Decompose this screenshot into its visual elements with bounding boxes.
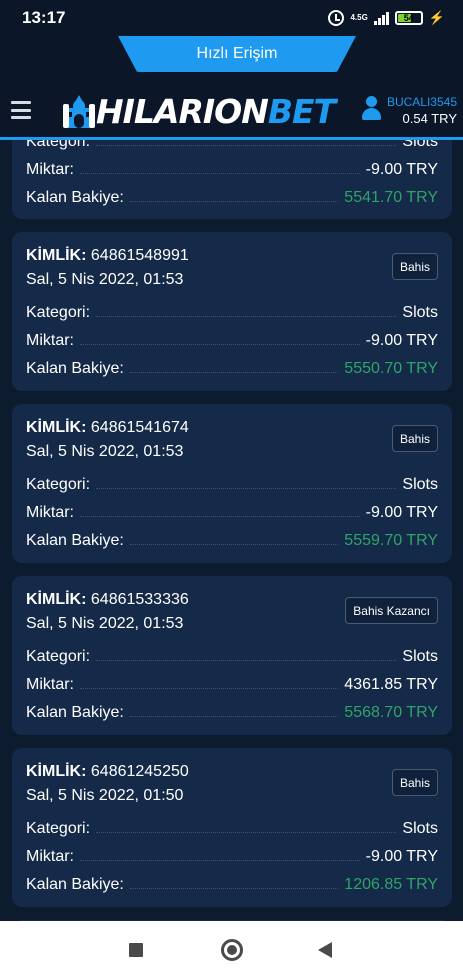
transaction-date: Sal, 5 Nis 2022, 01:53 (26, 615, 184, 632)
transaction-date: Sal, 5 Nis 2022, 01:53 (26, 271, 184, 288)
remaining-balance-label: Kalan Bakiye: (26, 189, 124, 206)
transaction-card: KİMLİK: 64861548991 Sal, 5 Nis 2022, 01:… (12, 232, 452, 391)
amount-row: Miktar: -9.00 TRY (26, 328, 438, 350)
remaining-balance-row: Kalan Bakiye: 5568.70 TRY (26, 700, 438, 722)
transaction-id: KİMLİK: 64861245250 (26, 763, 189, 780)
recent-apps-icon[interactable] (129, 943, 143, 957)
category-value: Slots (402, 820, 438, 837)
transaction-card: KİMLİK: 64861245250 Sal, 5 Nis 2022, 01:… (12, 748, 452, 907)
username: BUCALI3545 (386, 95, 457, 109)
transaction-type-badge[interactable]: Bahis Kazancı (345, 597, 438, 624)
amount-row: Miktar: -9.00 TRY (26, 157, 438, 179)
category-row: Kategori: Slots (26, 816, 438, 838)
remaining-balance-label: Kalan Bakiye: (26, 876, 124, 893)
category-row: Kategori: Slots (26, 644, 438, 666)
brand-logo[interactable]: HILARIONBET (62, 92, 336, 131)
quick-access-tab[interactable]: Hızlı Erişim (118, 36, 356, 72)
remaining-balance-value: 5550.70 TRY (344, 360, 438, 377)
transaction-type-badge[interactable]: Bahis (391, 253, 438, 280)
transaction-id: KİMLİK: 64861548991 (26, 247, 189, 264)
battery-icon: 54 (394, 11, 423, 25)
amount-value: -9.00 TRY (365, 332, 438, 349)
home-icon[interactable] (221, 939, 243, 961)
status-icons: 4.5G 54 ⚡ (328, 10, 445, 26)
user-icon (361, 96, 381, 122)
android-nav-bar (0, 921, 463, 978)
transaction-card: KİMLİK: 64861541674 Sal, 5 Nis 2022, 01:… (12, 404, 452, 563)
amount-row: Miktar: -9.00 TRY (26, 500, 438, 522)
amount-label: Miktar: (26, 161, 74, 178)
amount-label: Miktar: (26, 332, 74, 349)
transaction-card: KİMLİK: 64861533336 Sal, 5 Nis 2022, 01:… (12, 576, 452, 735)
alarm-icon (328, 10, 345, 26)
user-balance: 0.54 TRY (402, 111, 457, 126)
transaction-id: KİMLİK: 64861541674 (26, 419, 189, 436)
remaining-balance-label: Kalan Bakiye: (26, 704, 124, 721)
remaining-balance-label: Kalan Bakiye: (26, 532, 124, 549)
logo-main-text: HILARION (96, 92, 269, 131)
category-value: Slots (402, 648, 438, 665)
category-label: Kategori: (26, 648, 91, 665)
status-time: 13:17 (22, 8, 66, 27)
remaining-balance-value: 5541.70 TRY (344, 189, 438, 206)
remaining-balance-label: Kalan Bakiye: (26, 360, 124, 377)
transaction-id: KİMLİK: 64861533336 (26, 591, 189, 608)
logo-accent-text: BET (267, 92, 336, 131)
remaining-balance-row: Kalan Bakiye: 5559.70 TRY (26, 528, 438, 550)
back-icon[interactable] (318, 942, 332, 958)
amount-row: Miktar: 4361.85 TRY (26, 672, 438, 694)
amount-value: -9.00 TRY (365, 504, 438, 521)
status-bar: 13:17 4.5G 54 ⚡ (0, 0, 463, 36)
amount-value: -9.00 TRY (365, 161, 438, 178)
category-value: Slots (402, 140, 438, 150)
transaction-date: Sal, 5 Nis 2022, 01:50 (26, 787, 184, 804)
transaction-type-badge[interactable]: Bahis (391, 425, 438, 452)
castle-logo-icon (63, 94, 95, 128)
category-row: Kategori: Slots (26, 472, 438, 494)
amount-row: Miktar: -9.00 TRY (26, 844, 438, 866)
remaining-balance-row: Kalan Bakiye: 1206.85 TRY (26, 872, 438, 894)
signal-icon (373, 11, 389, 25)
category-value: Slots (402, 304, 438, 321)
category-label: Kategori: (26, 820, 91, 837)
remaining-balance-value: 5559.70 TRY (344, 532, 438, 549)
amount-label: Miktar: (26, 504, 74, 521)
category-value: Slots (402, 476, 438, 493)
category-row: Kategori: Slots (26, 140, 438, 151)
category-row: Kategori: Slots (26, 300, 438, 322)
remaining-balance-row: Kalan Bakiye: 5550.70 TRY (26, 356, 438, 378)
remaining-balance-value: 5568.70 TRY (344, 704, 438, 721)
remaining-balance-row: Kalan Bakiye: 5541.70 TRY (26, 185, 438, 207)
transaction-date: Sal, 5 Nis 2022, 01:53 (26, 443, 184, 460)
amount-label: Miktar: (26, 676, 74, 693)
battery-level: 54 (403, 13, 414, 23)
network-label: 4.5G (350, 13, 368, 22)
transaction-list[interactable]: Kategori: Slots Miktar: -9.00 TRY Kalan … (0, 140, 463, 921)
remaining-balance-value: 1206.85 TRY (344, 876, 438, 893)
transaction-type-badge[interactable]: Bahis (391, 769, 438, 796)
transaction-card: Kategori: Slots Miktar: -9.00 TRY Kalan … (12, 140, 452, 219)
amount-value: -9.00 TRY (365, 848, 438, 865)
charging-icon: ⚡ (428, 10, 445, 25)
app-header: Hızlı Erişim HILARIONBET BUCALI3545 0.54… (0, 36, 463, 140)
logo-wordmark: HILARIONBET (96, 92, 336, 131)
user-account[interactable]: BUCALI3545 0.54 TRY (361, 94, 457, 128)
hamburger-menu-icon[interactable] (11, 101, 31, 119)
category-label: Kategori: (26, 476, 91, 493)
category-label: Kategori: (26, 304, 91, 321)
amount-value: 4361.85 TRY (344, 676, 438, 693)
category-label: Kategori: (26, 140, 91, 150)
amount-label: Miktar: (26, 848, 74, 865)
